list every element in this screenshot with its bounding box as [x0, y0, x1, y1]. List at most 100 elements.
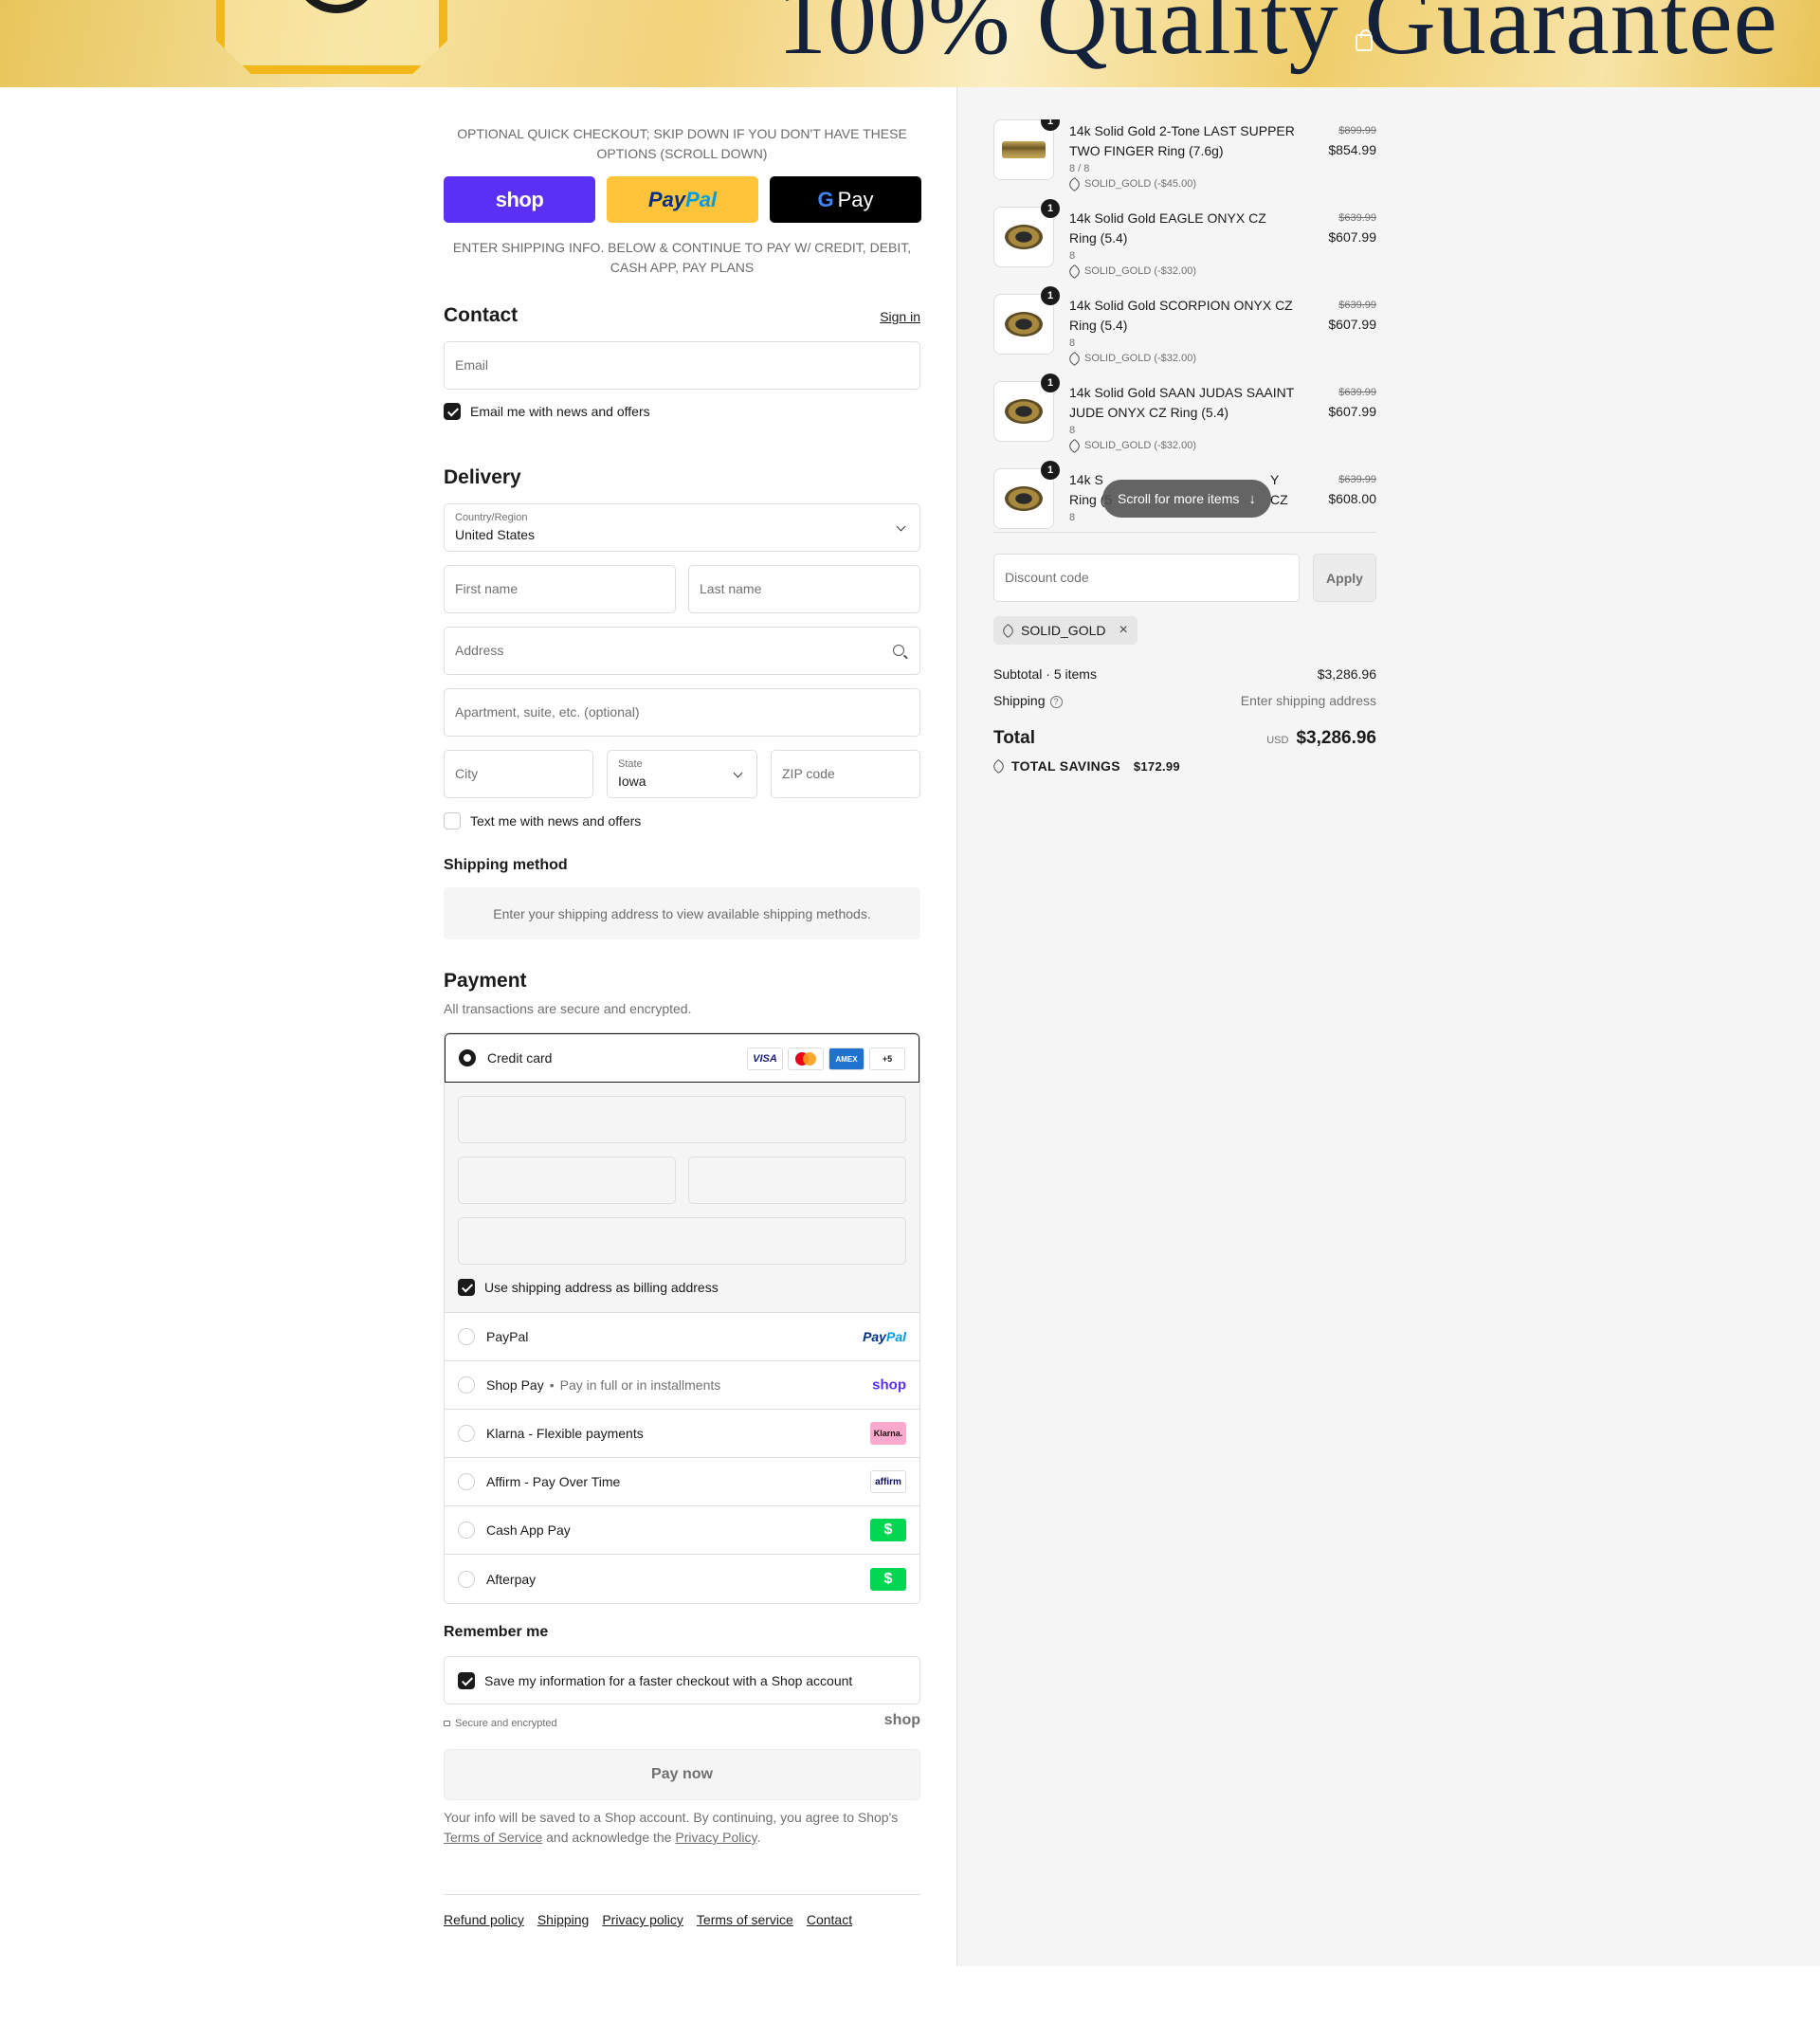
last-name-field[interactable]: Last name — [688, 565, 920, 613]
item-name-start: 14k S — [1069, 472, 1103, 487]
klarna-radio[interactable] — [458, 1425, 475, 1442]
shop-pay-option-label: Shop Pay — [486, 1377, 544, 1393]
paypal-radio[interactable] — [458, 1328, 475, 1345]
scroll-for-more-button[interactable]: Scroll for more items ↓ — [1102, 480, 1271, 518]
email-placeholder: Email — [455, 357, 489, 373]
payment-subtitle: All transactions are secure and encrypte… — [444, 1001, 692, 1016]
text-news-checkbox[interactable] — [444, 812, 461, 829]
item-price: $854.99 — [1328, 142, 1376, 157]
card-expiry-field[interactable] — [458, 1157, 676, 1204]
remove-discount-icon[interactable]: × — [1119, 622, 1127, 639]
afterpay-radio[interactable] — [458, 1570, 475, 1588]
zip-field[interactable]: ZIP code — [771, 750, 920, 798]
chevron-down-icon — [733, 768, 743, 778]
address-placeholder: Address — [455, 643, 504, 658]
affirm-radio[interactable] — [458, 1473, 475, 1490]
shipping-row: Shipping? Enter shipping address — [993, 693, 1376, 708]
footer-link-shipping[interactable]: Shipping — [537, 1912, 590, 1927]
email-field[interactable]: Email — [444, 341, 920, 390]
payment-option-affirm[interactable]: Affirm - Pay Over Time affirm — [445, 1458, 919, 1506]
email-news-label: Email me with news and offers — [470, 404, 650, 419]
country-select[interactable]: Country/Region United States — [444, 503, 920, 552]
footer-link-terms-of-service[interactable]: Terms of service — [697, 1912, 793, 1927]
more-cards-badge: +5 — [869, 1048, 905, 1070]
tag-icon — [1000, 623, 1016, 638]
payment-option-klarna[interactable]: Klarna - Flexible payments Klarna. — [445, 1410, 919, 1458]
payment-option-cash-app[interactable]: Cash App Pay $ — [445, 1506, 919, 1555]
billing-address-checkbox-row[interactable]: Use shipping address as billing address — [458, 1279, 719, 1296]
paypal-button[interactable]: Pay Pal — [607, 176, 758, 223]
payment-option-paypal[interactable]: PayPal PayPal — [445, 1313, 919, 1361]
ring-image — [1005, 312, 1043, 337]
express-checkout-notice: OPTIONAL QUICK CHECKOUT; SKIP DOWN IF YO… — [457, 126, 907, 161]
sign-in-link[interactable]: Sign in — [880, 309, 920, 324]
applied-discount-chip: SOLID_GOLD × — [993, 616, 1138, 645]
address-field[interactable]: Address — [444, 627, 920, 675]
subtotal-row: Subtotal · 5 items $3,286.96 — [993, 666, 1376, 682]
shop-pay-radio[interactable] — [458, 1376, 475, 1394]
quantity-badge: 1 — [1041, 374, 1060, 392]
quantity-badge: 1 — [1041, 286, 1060, 305]
discount-code-placeholder: Discount code — [1005, 570, 1089, 585]
card-number-field[interactable] — [458, 1096, 906, 1143]
card-name-field[interactable] — [458, 1217, 906, 1265]
credit-card-radio[interactable] — [459, 1049, 476, 1066]
footer-link-privacy-policy[interactable]: Privacy policy — [602, 1912, 683, 1927]
card-brand-icons: VISA AMEX +5 — [747, 1048, 905, 1070]
card-cvv-field[interactable] — [688, 1157, 906, 1204]
tag-icon — [1066, 264, 1083, 279]
ring-image — [1005, 225, 1043, 249]
apply-discount-button[interactable]: Apply — [1313, 554, 1376, 602]
item-name: 14k Solid Gold 2-Tone LAST SUPPER TWO FI… — [1069, 123, 1295, 158]
total-savings: TOTAL SAVINGS $172.99 — [991, 758, 1180, 774]
apartment-field[interactable]: Apartment, suite, etc. (optional) — [444, 688, 920, 737]
help-icon[interactable]: ? — [1049, 695, 1063, 708]
item-variant: 8 — [1069, 425, 1076, 436]
quantity-badge: 1 — [1041, 461, 1060, 480]
order-items-list[interactable]: 1 14k Solid Gold 2-Tone LAST SUPPER TWO … — [993, 119, 1376, 533]
item-variant: 8 — [1069, 512, 1076, 523]
item-discount: SOLID_GOLD (-$32.00) — [1066, 264, 1196, 279]
order-item: 1 14k Solid Gold EAGLE ONYX CZ Ring (5.4… — [993, 199, 1376, 294]
state-select[interactable]: State Iowa — [607, 750, 757, 798]
express-checkout-buttons: shop Pay Pal G Pay — [444, 176, 921, 223]
email-news-checkbox-row[interactable]: Email me with news and offers — [444, 403, 650, 420]
email-news-checkbox[interactable] — [444, 403, 461, 420]
item-price: $607.99 — [1328, 404, 1376, 419]
google-pay-button[interactable]: G Pay — [770, 176, 921, 223]
shipping-value: Enter shipping address — [1240, 693, 1376, 708]
save-info-checkbox[interactable] — [458, 1671, 475, 1689]
afterpay-logo: $ — [870, 1567, 906, 1591]
currency-code: USD — [1266, 735, 1289, 746]
billing-address-label: Use shipping address as billing address — [484, 1280, 719, 1295]
cart-icon[interactable] — [1356, 29, 1373, 51]
paypal-logo-part2: Pal — [885, 1329, 906, 1344]
zip-placeholder: ZIP code — [782, 766, 835, 781]
delivery-title: Delivery — [444, 466, 521, 488]
pay-now-button[interactable]: Pay now — [444, 1749, 920, 1800]
cash-app-radio[interactable] — [458, 1522, 475, 1539]
first-name-field[interactable]: First name — [444, 565, 676, 613]
privacy-policy-link[interactable]: Privacy Policy — [675, 1830, 756, 1845]
billing-address-checkbox[interactable] — [458, 1279, 475, 1296]
save-info-label: Save my information for a faster checkou… — [484, 1672, 853, 1688]
discount-code-field[interactable]: Discount code — [993, 554, 1300, 602]
remember-me-title: Remember me — [444, 1624, 549, 1640]
legal-text-3: . — [756, 1830, 761, 1845]
footer-link-refund-policy[interactable]: Refund policy — [444, 1912, 524, 1927]
item-name: 14k Solid Gold SCORPION ONYX CZ Ring (5.… — [1069, 298, 1293, 333]
payment-option-shop-pay[interactable]: Shop Pay • Pay in full or in installment… — [445, 1361, 919, 1410]
item-discount: SOLID_GOLD (-$32.00) — [1066, 351, 1196, 366]
shop-pay-option-sub: Pay in full or in installments — [559, 1377, 721, 1393]
footer-link-contact[interactable]: Contact — [807, 1912, 852, 1927]
payment-option-afterpay[interactable]: Afterpay $ — [445, 1555, 919, 1603]
last-name-placeholder: Last name — [700, 581, 762, 596]
shop-pay-button[interactable]: shop — [444, 176, 595, 223]
terms-of-service-link[interactable]: Terms of Service — [444, 1830, 542, 1845]
city-field[interactable]: City — [444, 750, 593, 798]
payment-option-credit-card[interactable]: Credit card VISA AMEX +5 — [445, 1033, 919, 1083]
item-original-price: $639.99 — [1338, 212, 1376, 224]
text-news-checkbox-row[interactable]: Text me with news and offers — [444, 812, 641, 829]
remember-me-option[interactable]: Save my information for a faster checkou… — [444, 1656, 920, 1704]
state-value: Iowa — [618, 774, 646, 789]
